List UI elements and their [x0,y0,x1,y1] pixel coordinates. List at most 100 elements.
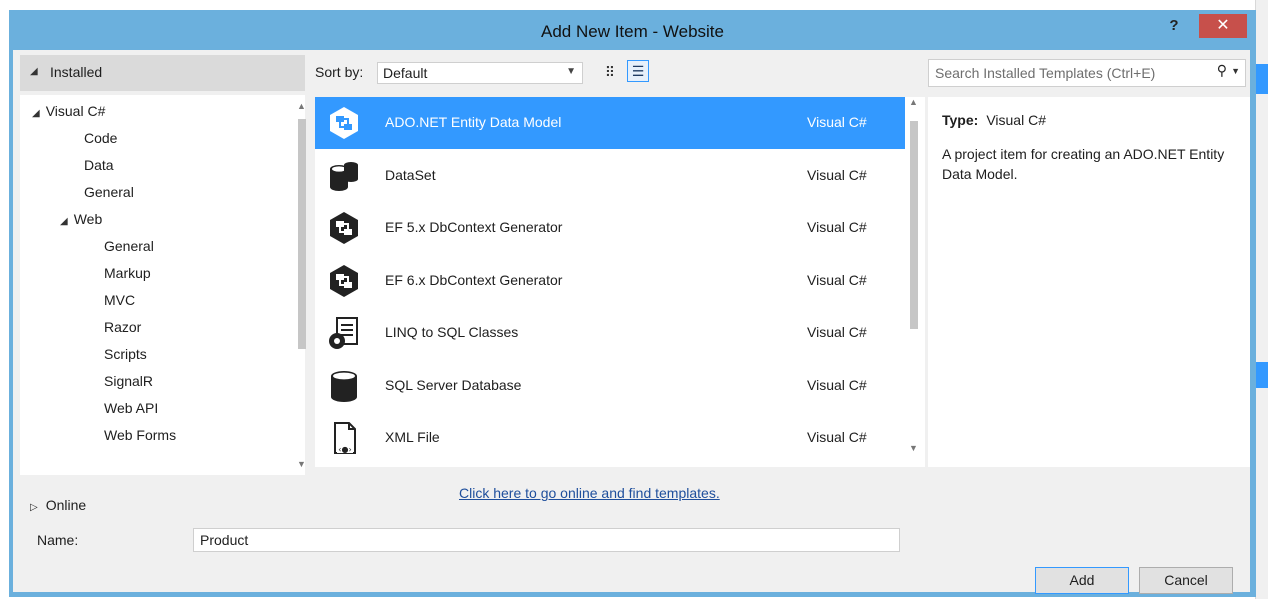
details-pane: Type: Visual C# A project item for creati… [928,97,1250,467]
collapse-arrow-icon: ◢ [30,66,38,77]
scroll-thumb[interactable] [298,119,306,349]
template-name: EF 5.x DbContext Generator [385,219,563,235]
template-name: XML File [385,429,440,445]
tree-item-label: Markup [104,265,151,281]
template-type: Visual C# [807,376,867,393]
cancel-button[interactable]: Cancel [1139,567,1233,594]
collapse-arrow-icon: ◢ [60,216,68,227]
dataset-icon [327,159,361,193]
add-button[interactable]: Add [1035,567,1129,594]
tree-item[interactable]: General [84,180,134,204]
template-row[interactable]: ADO.NET Entity Data Model Visual C# [315,97,905,149]
template-row[interactable]: EF 6.x DbContext Generator Visual C# [315,255,905,307]
tree-item-label: Scripts [104,346,147,362]
tree-item[interactable]: SignalR [104,369,153,393]
tree-item[interactable]: General [104,234,154,258]
template-type: Visual C# [807,166,867,183]
tree-item[interactable]: Data [84,153,114,177]
expand-arrow-icon: ▷ [30,502,38,513]
category-pane: ◢ Installed ◢ Visual C# Code Data General ◢ We… [20,55,308,513]
scroll-up-icon[interactable]: ▲ [297,101,306,111]
dialog-footer: Name: Add Cancel [13,520,1250,594]
linq-classes-icon [327,316,361,350]
scroll-down-icon[interactable]: ▼ [297,459,306,469]
detail-type: Type: Visual C# [942,112,1046,128]
sort-label: Sort by: [315,64,364,80]
tree-scrollbar[interactable]: ▲ ▼ [296,101,308,475]
database-icon [327,369,361,403]
detail-type-value: Visual C# [986,112,1046,128]
search-box[interactable]: ⚲ ▼ [928,59,1246,87]
entity-model-icon [327,106,361,140]
template-list-scrollbar[interactable]: ▲ ▼ [907,97,921,467]
scroll-down-icon[interactable]: ▼ [909,443,918,453]
tree-item-label: Web API [104,400,159,416]
template-list: ADO.NET Entity Data Model Visual C# DataSe… [315,97,925,467]
tree-item-label: MVC [104,292,136,308]
template-type: Visual C# [807,429,867,445]
sort-dropdown[interactable]: Default ▼ [377,62,583,84]
tree-item[interactable]: Scripts [104,342,147,366]
help-button[interactable]: ? [1160,16,1188,38]
template-type: Visual C# [807,219,867,235]
template-row[interactable]: EF 5.x DbContext Generator Visual C# [315,202,905,254]
template-row[interactable]: LINQ to SQL Classes Visual C# [315,307,905,359]
chevron-down-icon[interactable]: ▼ [1231,66,1240,76]
add-new-item-dialog: Add New Item - Website ? ✕ ◢ Installed ◢… [9,10,1256,597]
dialog-title: Add New Item - Website [541,22,724,41]
template-row[interactable]: DataSet Visual C# [315,150,905,202]
scroll-up-icon[interactable]: ▲ [909,97,918,107]
template-type: Visual C# [807,324,867,340]
ef-generator-icon [327,264,361,298]
sort-value: Default [383,65,428,81]
title-bar[interactable]: Add New Item - Website ? ✕ [9,10,1256,50]
background-highlight [1256,64,1268,94]
tree-item-label: Web [73,211,103,227]
tree-item[interactable]: Code [84,126,117,150]
tree-item[interactable]: MVC [104,288,135,312]
tree-item-label: SignalR [104,373,154,389]
template-name: EF 6.x DbContext Generator [385,271,563,288]
template-name: SQL Server Database [385,376,522,393]
online-templates-link[interactable]: Click here to go online and find templat… [459,485,720,501]
search-icon[interactable]: ⚲ [1217,62,1227,79]
template-name: ADO.NET Entity Data Model [385,114,562,130]
name-input[interactable] [193,528,900,552]
ef-generator-icon [327,211,361,245]
background-window-edge [1255,0,1268,599]
tree-item-label: General [104,238,154,254]
detail-description: A project item for creating an ADO.NET E… [942,146,1225,182]
dialog-client-area: ◢ Installed ◢ Visual C# Code Data General ◢ We… [13,50,1250,594]
chevron-down-icon: ▼ [566,66,576,77]
installed-label: Installed [50,64,103,80]
scroll-thumb[interactable] [910,121,918,329]
template-name: LINQ to SQL Classes [385,324,519,340]
category-tree: ◢ Visual C# Code Data General ◢ Web General Mark… [20,95,305,475]
tree-item-label: Data [84,157,114,173]
tree-item-label: General [84,184,134,200]
list-view-icon[interactable]: ☰ [627,60,649,82]
tree-item[interactable]: ◢ Web [60,207,102,231]
small-icons-view-icon[interactable]: ⠿ [599,61,621,83]
online-label: Online [45,497,87,513]
tree-item[interactable]: Razor [104,315,141,339]
template-row[interactable]: ‹●› XML File Visual C# [315,412,905,464]
tree-item-label: Razor [104,319,142,335]
collapse-arrow-icon: ◢ [32,108,40,119]
installed-header[interactable]: ◢ Installed [20,55,305,91]
xml-file-icon: ‹●› [327,421,361,455]
background-highlight [1256,362,1268,388]
tree-item-label: Visual C# [45,103,106,119]
tree-item[interactable]: ◢ Visual C# [32,99,105,123]
template-row[interactable]: SQL Server Database Visual C# [315,360,905,412]
search-input[interactable] [929,60,1211,86]
tree-item[interactable]: Markup [104,261,151,285]
tree-item-online[interactable]: ▷ Online [30,493,86,517]
tree-item-label: Code [84,130,118,146]
tree-item[interactable]: Web Forms [104,423,176,447]
template-name: DataSet [385,166,436,183]
close-button[interactable]: ✕ [1199,14,1247,38]
template-type: Visual C# [807,271,867,288]
tree-item[interactable]: Web API [104,396,158,420]
tree-item-label: Web Forms [104,427,177,443]
